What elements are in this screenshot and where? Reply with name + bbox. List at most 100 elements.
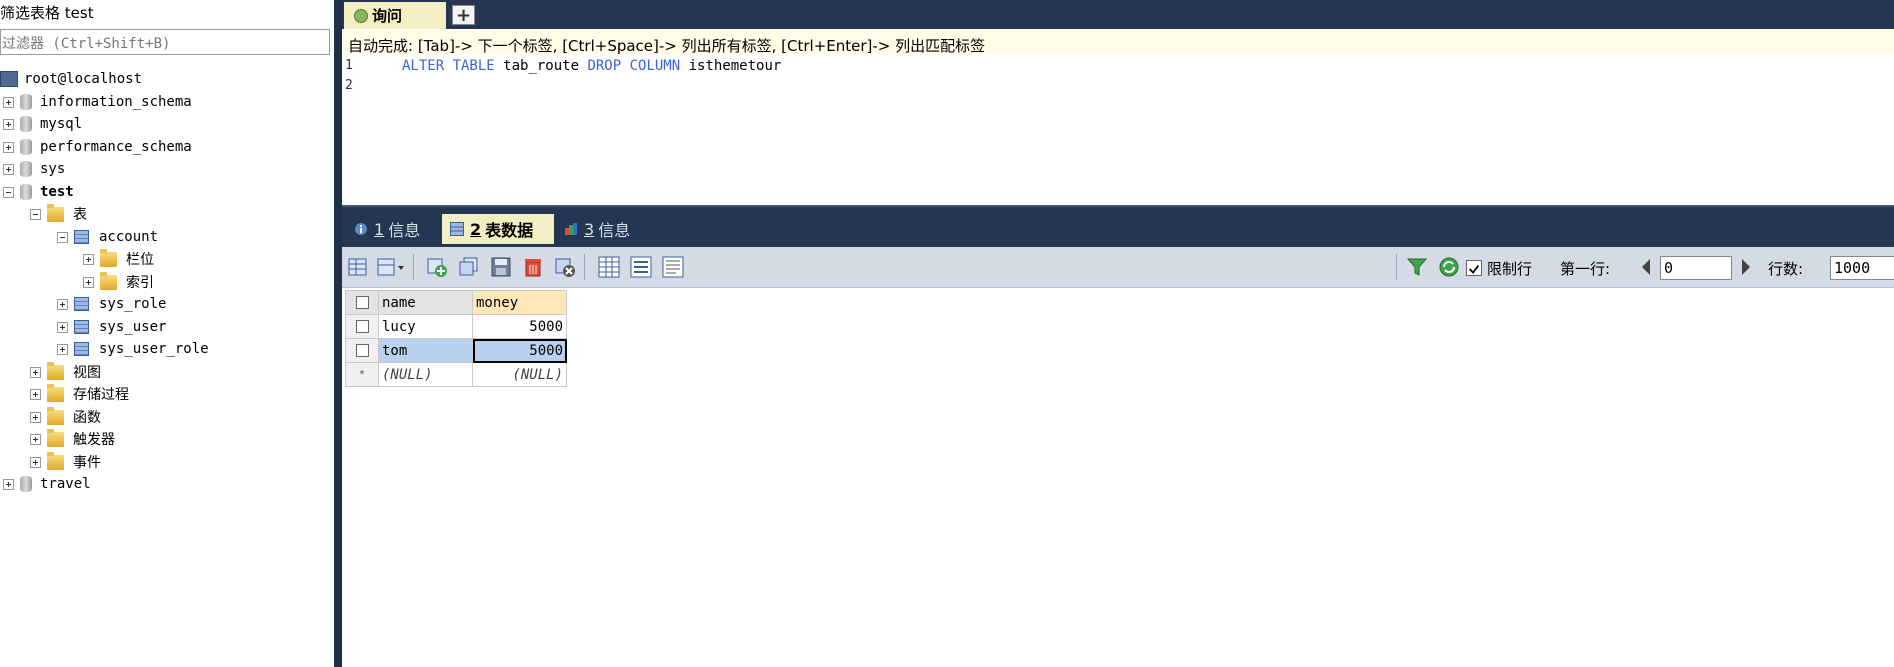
- folder-icon: [47, 203, 64, 222]
- sql-line-1[interactable]: ALTER TABLE tab_route DROP COLUMN isthem…: [402, 58, 781, 74]
- cell-money-null[interactable]: (NULL): [472, 362, 567, 387]
- cell-money-active[interactable]: 5000: [472, 338, 567, 363]
- tab-messages[interactable]: 1 信息: [346, 214, 420, 244]
- expand-icon[interactable]: [30, 411, 41, 423]
- tree-db-performance-schema[interactable]: performance_schema: [3, 136, 192, 158]
- table-row[interactable]: lucy 5000: [345, 314, 567, 339]
- export-dropdown-icon[interactable]: [376, 256, 406, 278]
- panel-splitter[interactable]: [334, 0, 342, 667]
- row-count-input[interactable]: 1000: [1830, 256, 1894, 280]
- insert-row-icon[interactable]: [347, 256, 369, 278]
- limit-rows-label: 限制行: [1487, 260, 1533, 278]
- select-all-cell[interactable]: [345, 290, 379, 315]
- query-icon: [354, 8, 368, 23]
- tree-db-information-schema[interactable]: information_schema: [3, 91, 192, 113]
- column-header-money[interactable]: money: [472, 290, 567, 315]
- cell-name-null[interactable]: (NULL): [378, 362, 473, 387]
- expand-icon[interactable]: [3, 163, 14, 175]
- tree-db-mysql[interactable]: mysql: [3, 113, 82, 135]
- collapse-icon[interactable]: [57, 231, 68, 243]
- expand-icon[interactable]: [57, 298, 68, 310]
- tree-table-sys-user-role[interactable]: sys_user_role: [57, 338, 209, 360]
- expand-icon[interactable]: [3, 96, 14, 108]
- folder-label: 栏位: [126, 252, 154, 268]
- folder-label: 函数: [73, 410, 101, 426]
- column-header-name[interactable]: name: [378, 290, 473, 315]
- table-label: sys_user_role: [99, 341, 209, 357]
- tree-table-sys-role[interactable]: sys_role: [57, 293, 166, 315]
- collapse-icon[interactable]: [30, 208, 41, 220]
- table-row-selected[interactable]: tom 5000: [345, 338, 567, 363]
- tab-query[interactable]: 询问: [344, 2, 446, 29]
- grid-view-icon[interactable]: [598, 256, 620, 278]
- tree-columns[interactable]: 栏位: [83, 248, 154, 270]
- refresh-icon[interactable]: [1438, 256, 1460, 278]
- row-select-cell[interactable]: [345, 314, 379, 339]
- expand-icon[interactable]: [83, 276, 94, 288]
- tree-db-sys[interactable]: sys: [3, 158, 65, 180]
- save-icon[interactable]: [490, 256, 512, 278]
- add-tab-button[interactable]: +: [452, 5, 475, 26]
- expand-icon[interactable]: [57, 343, 68, 355]
- expand-icon[interactable]: [3, 118, 14, 130]
- tree-folder-events[interactable]: 事件: [30, 451, 101, 473]
- tab-table-data[interactable]: 2 表数据: [442, 214, 554, 244]
- toolbar-separator: [413, 254, 414, 280]
- tree-host[interactable]: root@localhost: [0, 68, 142, 90]
- filter-icon[interactable]: [1406, 256, 1428, 278]
- limit-rows-checkbox[interactable]: [1466, 260, 1482, 276]
- tree-folder-procedures[interactable]: 存储过程: [30, 383, 129, 405]
- new-row[interactable]: * (NULL) (NULL): [345, 362, 567, 387]
- tree-table-sys-user[interactable]: sys_user: [57, 316, 166, 338]
- cancel-changes-icon[interactable]: [554, 256, 576, 278]
- table-data-icon: [450, 222, 464, 236]
- duplicate-row-icon[interactable]: [458, 256, 480, 278]
- cell-name[interactable]: tom: [378, 338, 473, 363]
- tree-db-travel[interactable]: travel: [3, 473, 91, 495]
- cell-money[interactable]: 5000: [472, 314, 567, 339]
- text-view-icon[interactable]: [662, 256, 684, 278]
- expand-icon[interactable]: [57, 321, 68, 333]
- first-row-input[interactable]: 0: [1660, 256, 1732, 280]
- row-checkbox[interactable]: [355, 320, 369, 333]
- cell-name[interactable]: lucy: [378, 314, 473, 339]
- tree-indexes[interactable]: 索引: [83, 271, 154, 293]
- tree-folder-tables[interactable]: 表: [30, 203, 87, 225]
- tree-db-test[interactable]: test: [3, 181, 74, 203]
- folder-label: 表: [73, 207, 87, 223]
- folder-icon: [47, 383, 64, 402]
- form-view-icon[interactable]: [630, 256, 652, 278]
- select-all-checkbox[interactable]: [355, 296, 369, 309]
- prev-page-icon[interactable]: [1642, 259, 1650, 275]
- query-area: 询问 + 自动完成: [Tab]-> 下一个标签, [Ctrl+Space]->…: [342, 0, 1894, 667]
- sql-editor[interactable]: 1 2 ALTER TABLE tab_route DROP COLUMN is…: [342, 56, 1894, 206]
- collapse-icon[interactable]: [3, 186, 14, 198]
- database-icon: [20, 139, 32, 155]
- server-icon: [0, 71, 18, 87]
- next-page-icon[interactable]: [1742, 259, 1750, 275]
- tree-folder-views[interactable]: 视图: [30, 361, 101, 383]
- sql-keyword: ALTER TABLE: [402, 58, 495, 74]
- delete-icon[interactable]: [522, 256, 544, 278]
- row-select-cell[interactable]: [345, 338, 379, 363]
- folder-icon: [100, 248, 117, 267]
- tree-folder-triggers[interactable]: 触发器: [30, 428, 115, 450]
- add-row-icon[interactable]: [426, 256, 448, 278]
- tab-label: 信息: [598, 221, 631, 240]
- history-icon: [565, 223, 577, 235]
- expand-icon[interactable]: [3, 478, 14, 490]
- table-label: sys_role: [99, 296, 167, 312]
- tab-messages-3[interactable]: 3 信息: [556, 214, 630, 244]
- expand-icon[interactable]: [30, 433, 41, 445]
- filter-input[interactable]: 过滤器 (Ctrl+Shift+B): [0, 29, 330, 55]
- expand-icon[interactable]: [30, 388, 41, 400]
- database-icon: [20, 184, 32, 200]
- expand-icon[interactable]: [30, 456, 41, 468]
- tree-table-account[interactable]: account: [57, 226, 158, 248]
- result-tab-bar: 1 信息 2 表数据 3 信息: [342, 205, 1894, 247]
- expand-icon[interactable]: [83, 253, 94, 265]
- expand-icon[interactable]: [3, 141, 14, 153]
- tree-folder-functions[interactable]: 函数: [30, 406, 101, 428]
- row-checkbox[interactable]: [355, 344, 369, 357]
- expand-icon[interactable]: [30, 366, 41, 378]
